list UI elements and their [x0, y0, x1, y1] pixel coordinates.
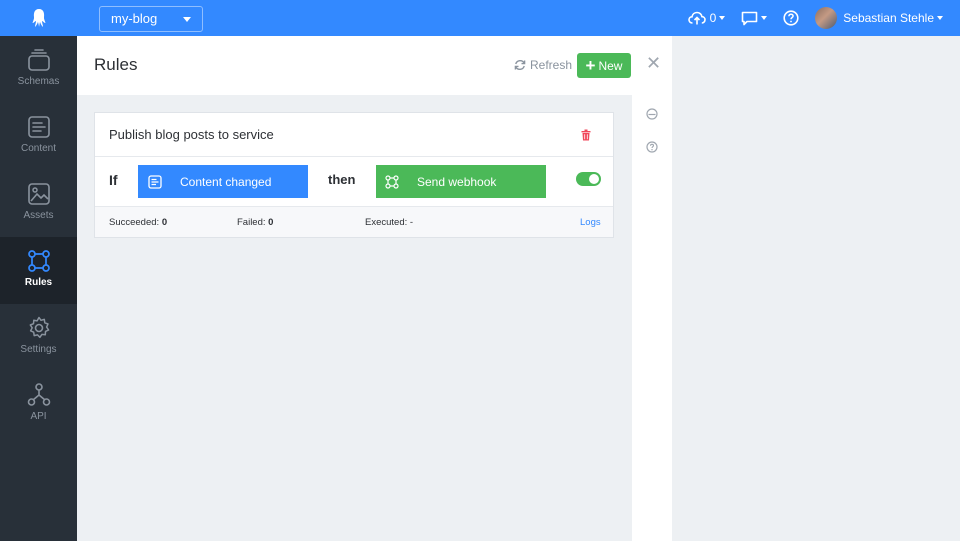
history-button[interactable]	[646, 107, 658, 125]
chevron-down-icon	[761, 16, 768, 20]
failed-value: 0	[268, 217, 274, 228]
api-icon	[27, 383, 50, 406]
settings-icon	[29, 316, 49, 339]
rule-card: Publish blog posts to service If Content…	[94, 112, 614, 238]
stat-failed: Failed: 0	[237, 217, 273, 228]
if-label: If	[109, 172, 118, 188]
succeeded-label: Succeeded:	[109, 217, 160, 228]
stat-succeeded: Succeeded: 0	[109, 217, 167, 228]
chat-icon	[741, 11, 758, 25]
sidebar: Schemas Content Assets Rules Settings AP…	[0, 36, 77, 541]
delete-rule-button[interactable]	[581, 128, 591, 146]
top-bar: my-blog 0 Sebastian Stehle	[0, 0, 960, 36]
refresh-icon	[514, 59, 526, 71]
rule-divider	[95, 156, 613, 157]
avatar	[815, 7, 838, 29]
content-area-empty	[672, 36, 960, 541]
sidebar-item-api[interactable]: API	[0, 371, 77, 438]
page-title: Rules	[94, 55, 138, 74]
cloud-upload-icon	[687, 11, 706, 25]
sidebar-item-assets[interactable]: Assets	[0, 170, 77, 237]
action-label: Send webhook	[417, 174, 497, 189]
rule-enabled-toggle[interactable]	[576, 172, 601, 186]
succeeded-value: 0	[161, 217, 168, 228]
trigger-label: Content changed	[180, 174, 272, 189]
rules-icon	[27, 250, 50, 272]
chevron-down-icon	[183, 17, 191, 22]
sidebar-item-content[interactable]: Content	[0, 103, 77, 170]
sidebar-item-label: Rules	[24, 277, 53, 288]
sidebar-item-rules[interactable]: Rules	[0, 237, 77, 304]
schemas-icon	[27, 49, 50, 71]
messages-button[interactable]	[741, 11, 768, 26]
plus-icon: +	[585, 56, 596, 75]
sidebar-item-label: Settings	[20, 344, 57, 355]
content-icon	[27, 116, 50, 138]
sidebar-item-label: API	[30, 411, 47, 422]
user-menu[interactable]: Sebastian Stehle	[815, 7, 943, 29]
stat-executed: Executed: -	[365, 217, 413, 228]
toggle-knob	[589, 174, 599, 184]
close-icon[interactable]: ✕	[646, 54, 661, 72]
new-rule-button[interactable]: + New	[577, 53, 631, 78]
app-selector-value: my-blog	[111, 11, 158, 26]
content-icon	[148, 174, 162, 189]
chevron-down-icon	[719, 16, 726, 20]
executed-value: -	[409, 217, 414, 228]
sidebar-item-label: Schemas	[17, 76, 60, 87]
then-label: then	[328, 172, 356, 187]
app-selector[interactable]: my-blog	[99, 6, 203, 32]
sidebar-item-label: Assets	[23, 210, 54, 221]
panel-header: Rules Refresh + New	[77, 36, 632, 95]
trigger-content-changed[interactable]: Content changed	[138, 165, 308, 198]
rule-name: Publish blog posts to service	[109, 127, 274, 142]
help-button[interactable]	[783, 10, 799, 26]
assets-icon	[27, 183, 50, 205]
logs-link[interactable]: Logs	[580, 217, 601, 228]
help-icon	[783, 10, 799, 26]
action-send-webhook[interactable]: Send webhook	[376, 165, 546, 198]
failed-label: Failed:	[237, 217, 266, 228]
help-icon	[646, 141, 658, 153]
upload-status-button[interactable]: 0	[687, 11, 726, 25]
rules-panel: Rules Refresh + New Publish blog posts t…	[77, 36, 632, 541]
upload-count: 0	[709, 11, 717, 25]
sidebar-item-label: Content	[20, 143, 57, 154]
squid-logo-icon	[32, 9, 45, 27]
user-name: Sebastian Stehle	[843, 11, 934, 25]
refresh-label: Refresh	[530, 58, 573, 72]
history-icon	[646, 108, 658, 120]
executed-label: Executed:	[365, 217, 408, 228]
new-label: New	[598, 58, 623, 73]
help-panel-button[interactable]	[646, 140, 658, 158]
webhook-icon	[385, 174, 399, 189]
right-rail: ✕	[632, 36, 672, 541]
squidex-logo[interactable]	[0, 0, 77, 36]
sidebar-item-schemas[interactable]: Schemas	[0, 36, 77, 103]
sidebar-item-settings[interactable]: Settings	[0, 304, 77, 371]
chevron-down-icon	[937, 16, 943, 20]
refresh-button[interactable]: Refresh	[514, 58, 572, 72]
rule-stats: Succeeded: 0 Failed: 0 Executed: - Logs	[95, 206, 613, 237]
trash-icon	[581, 129, 591, 141]
